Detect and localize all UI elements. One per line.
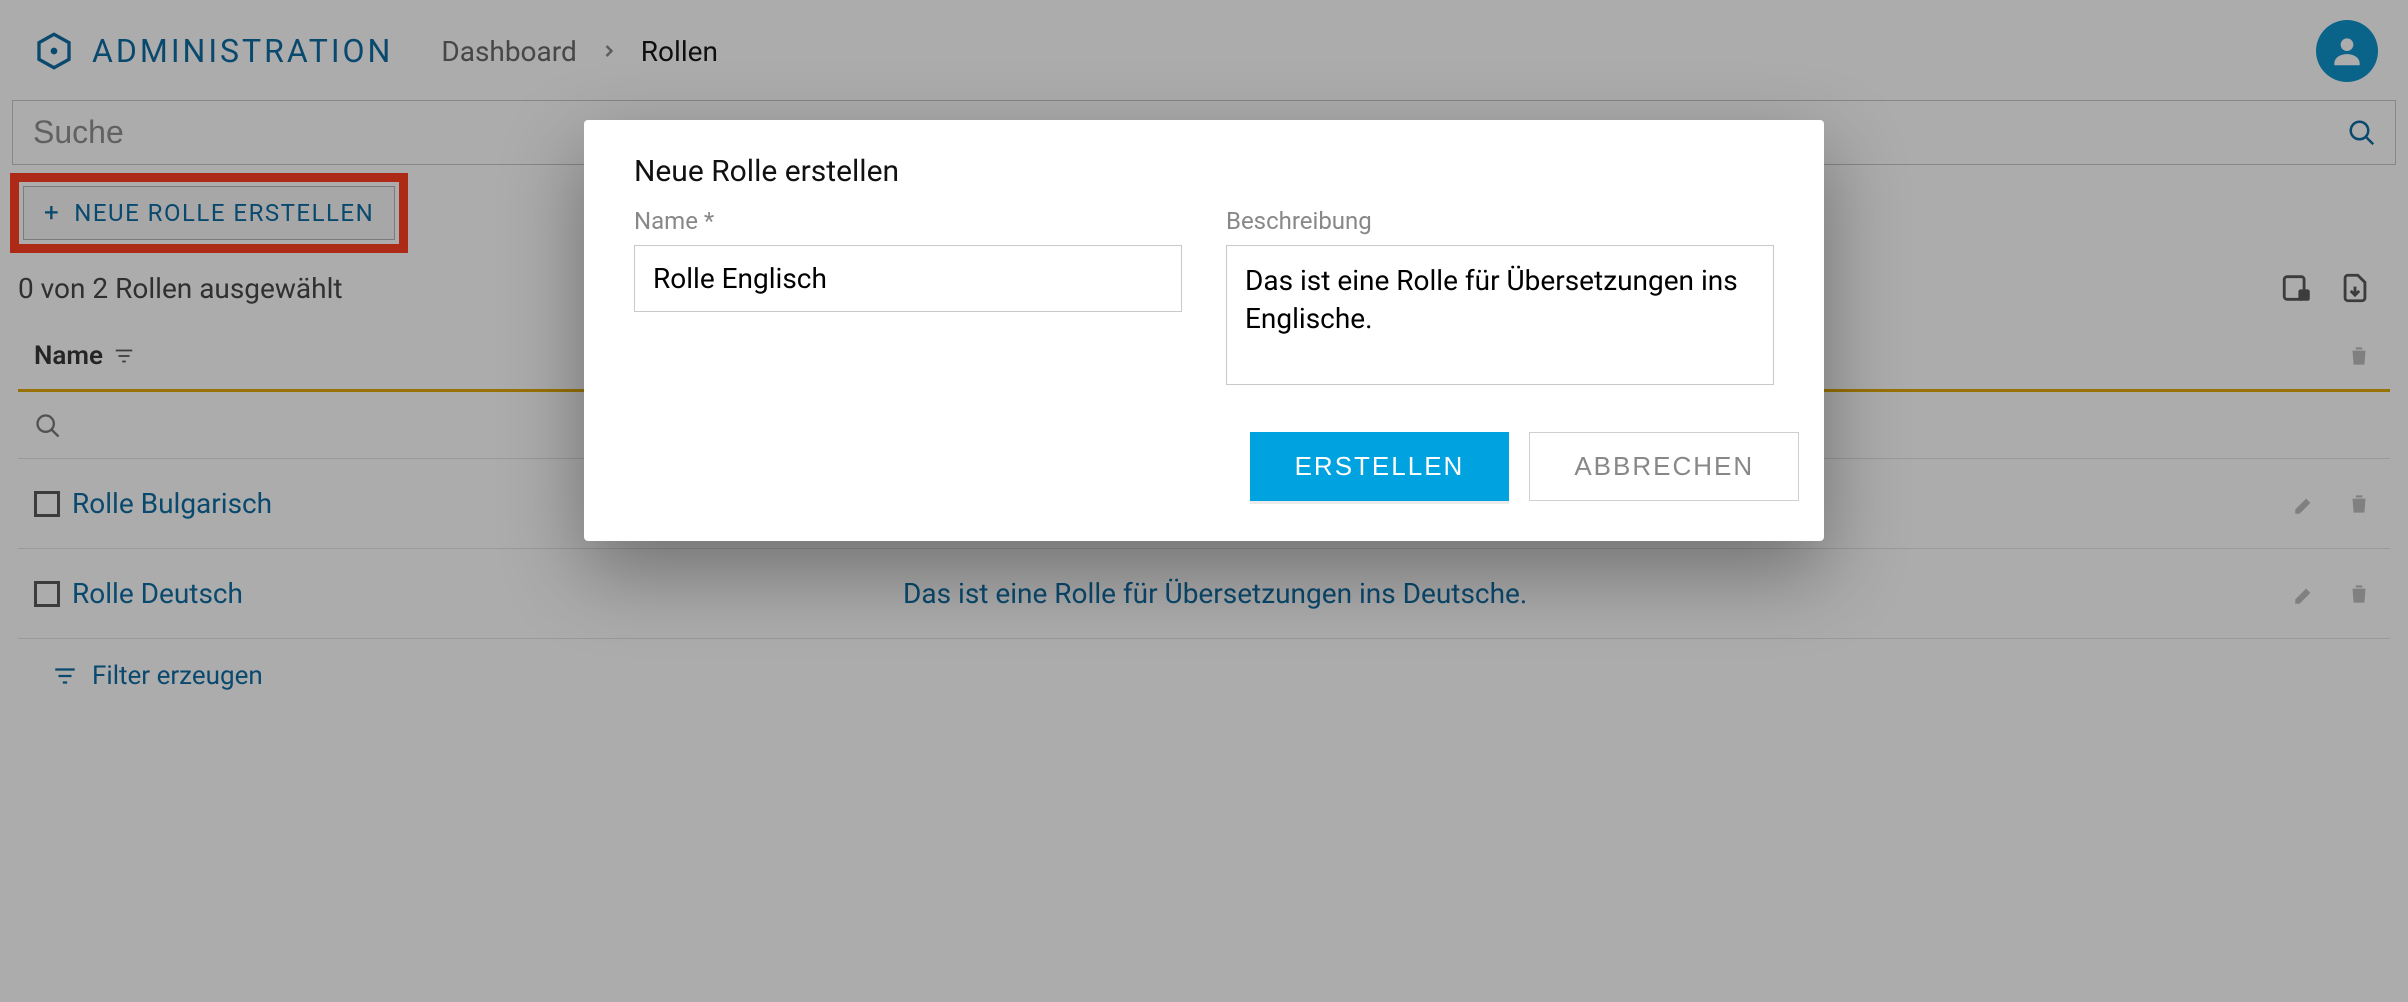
create-role-dialog: Neue Rolle erstellen Name * Beschreibung…: [584, 120, 1824, 541]
name-field[interactable]: [634, 245, 1182, 312]
description-field-label: Beschreibung: [1226, 207, 1774, 235]
description-field[interactable]: [1226, 245, 1774, 385]
name-field-label: Name *: [634, 207, 1182, 235]
submit-button[interactable]: ERSTELLEN: [1250, 432, 1510, 501]
modal-scrim: Neue Rolle erstellen Name * Beschreibung…: [0, 0, 2408, 1002]
dialog-title: Neue Rolle erstellen: [634, 154, 1774, 189]
cancel-button[interactable]: ABBRECHEN: [1529, 432, 1799, 501]
